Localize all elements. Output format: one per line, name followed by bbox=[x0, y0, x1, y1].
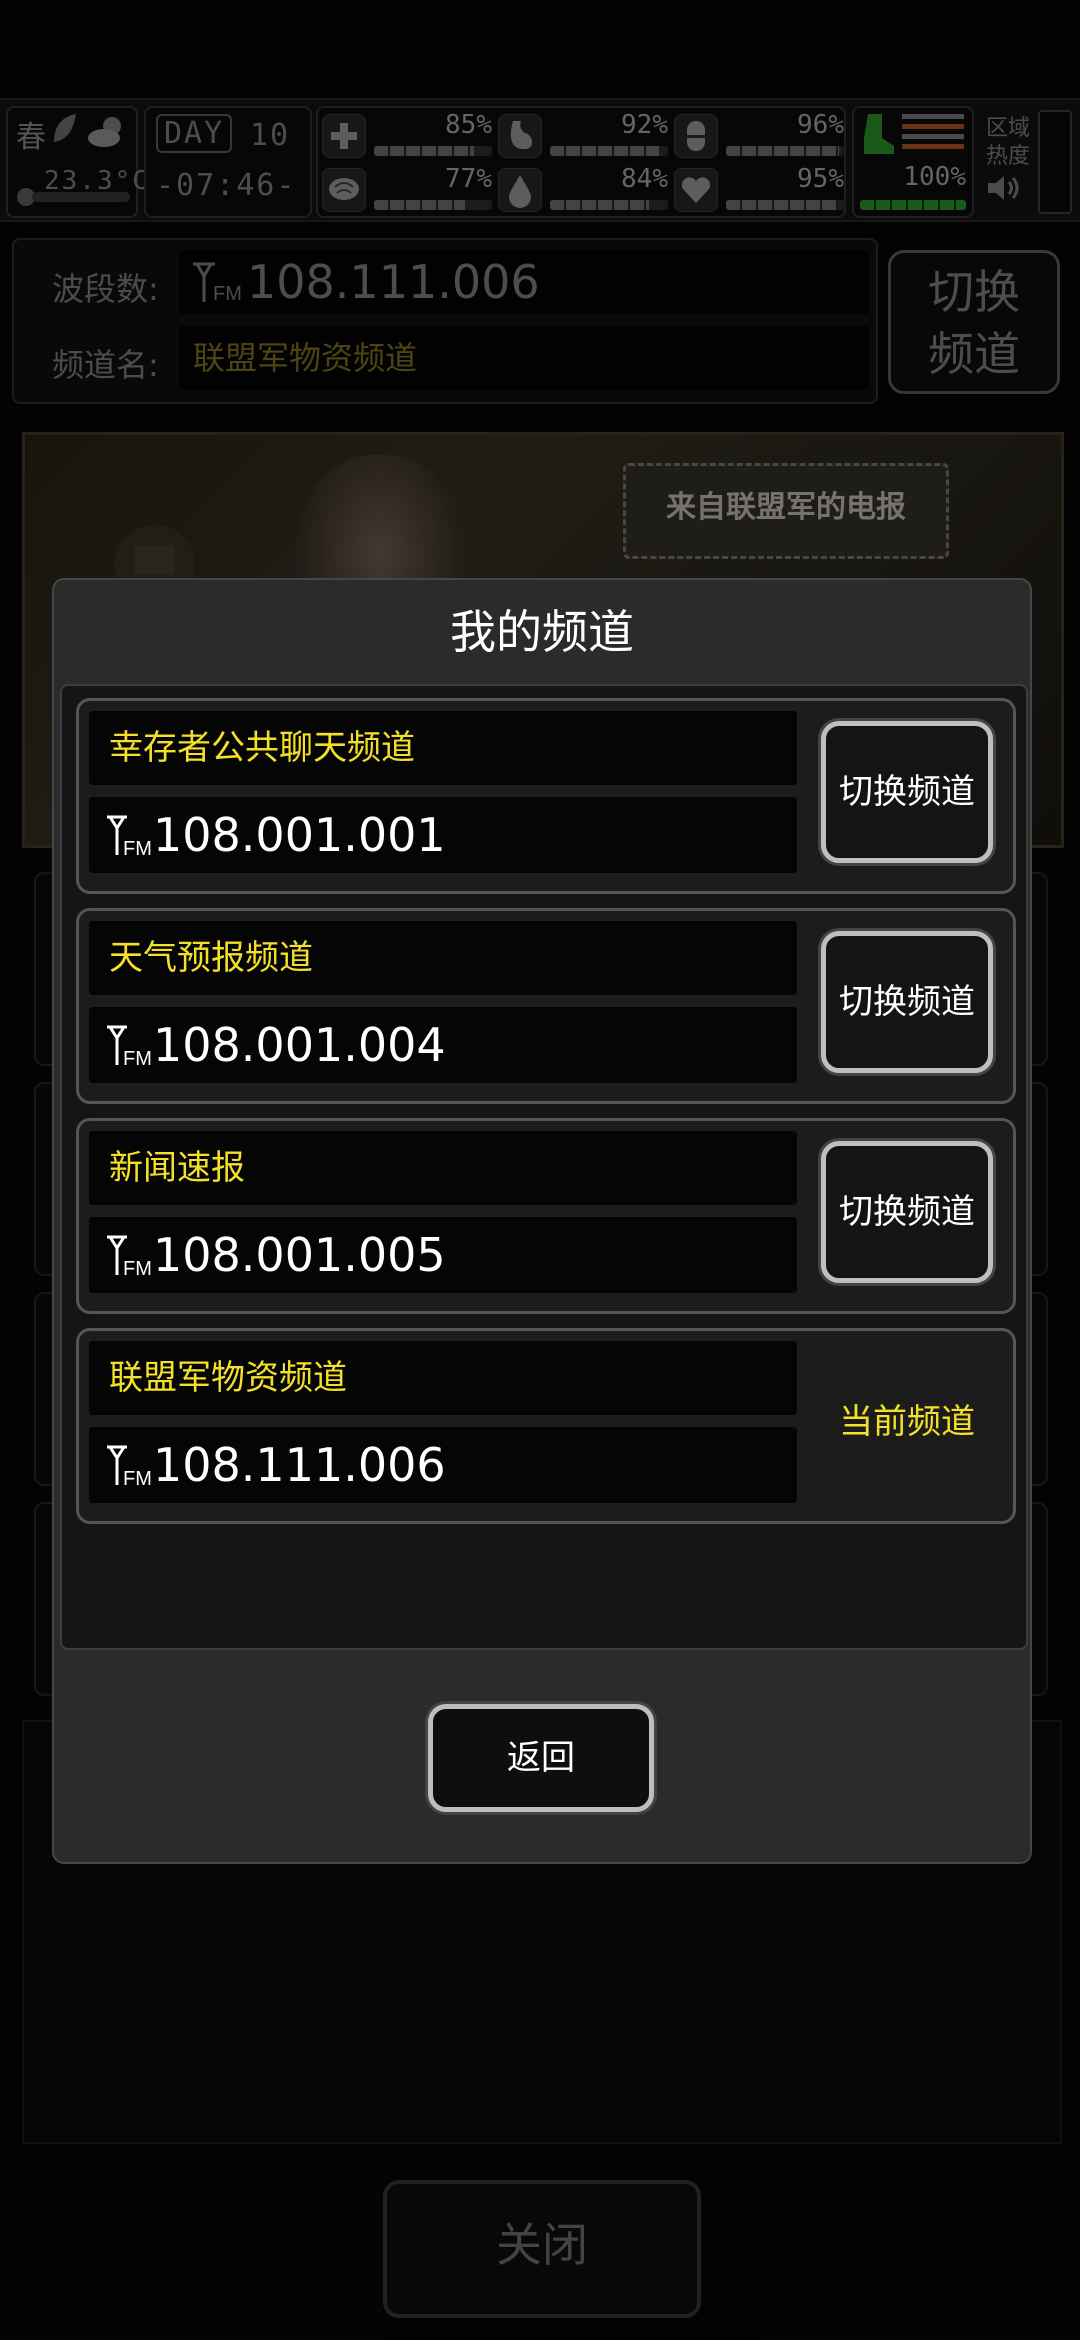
channel-frequency: 108.001.001 bbox=[153, 808, 446, 862]
channel-frequency: 108.111.006 bbox=[153, 1438, 446, 1492]
channel-name-box: 幸存者公共聊天频道 bbox=[89, 711, 797, 785]
channel-name: 联盟军物资频道 bbox=[109, 1358, 347, 1398]
fm-antenna-icon: FM bbox=[107, 1445, 152, 1490]
channel-name: 天气预报频道 bbox=[109, 938, 313, 978]
channel-frequency: 108.001.004 bbox=[153, 1018, 446, 1072]
channel-card-current: 联盟军物资频道 FM 108.111.006 当前频道 bbox=[76, 1328, 1016, 1524]
channel-card: 新闻速报 FM 108.001.005 切换频道 bbox=[76, 1118, 1016, 1314]
channel-list: 幸存者公共聊天频道 FM 108.001.001 切换频道 天气预报频道 FM bbox=[60, 684, 1028, 1650]
channel-name-box: 联盟军物资频道 bbox=[89, 1341, 797, 1415]
fm-antenna-icon: FM bbox=[107, 1235, 152, 1280]
dialog-title: 我的频道 bbox=[450, 605, 634, 659]
switch-channel-button[interactable]: 切换频道 bbox=[821, 931, 993, 1073]
channel-freq-box: FM 108.001.001 bbox=[89, 797, 797, 873]
current-channel-label: 当前频道 bbox=[839, 1402, 975, 1442]
svg-text:FM: FM bbox=[123, 1048, 152, 1070]
back-button[interactable]: 返回 bbox=[428, 1704, 654, 1812]
switch-channel-button[interactable]: 切换频道 bbox=[821, 721, 993, 863]
svg-text:FM: FM bbox=[123, 1468, 152, 1490]
channel-freq-box: FM 108.111.006 bbox=[89, 1427, 797, 1503]
channel-name-box: 新闻速报 bbox=[89, 1131, 797, 1205]
channel-freq-box: FM 108.001.004 bbox=[89, 1007, 797, 1083]
channel-card: 天气预报频道 FM 108.001.004 切换频道 bbox=[76, 908, 1016, 1104]
switch-channel-button[interactable]: 切换频道 bbox=[821, 1141, 993, 1283]
channel-name: 新闻速报 bbox=[109, 1148, 245, 1188]
svg-text:FM: FM bbox=[123, 838, 152, 860]
channel-card: 幸存者公共聊天频道 FM 108.001.001 切换频道 bbox=[76, 698, 1016, 894]
channel-frequency: 108.001.005 bbox=[153, 1228, 446, 1282]
channel-name: 幸存者公共聊天频道 bbox=[109, 728, 415, 768]
my-channels-dialog: 我的频道 幸存者公共聊天频道 FM 108.001.001 切换频道 天气预报频… bbox=[52, 578, 1032, 1864]
channel-name-box: 天气预报频道 bbox=[89, 921, 797, 995]
fm-antenna-icon: FM bbox=[107, 815, 152, 860]
channel-freq-box: FM 108.001.005 bbox=[89, 1217, 797, 1293]
fm-antenna-icon: FM bbox=[107, 1025, 152, 1070]
svg-text:FM: FM bbox=[123, 1258, 152, 1280]
